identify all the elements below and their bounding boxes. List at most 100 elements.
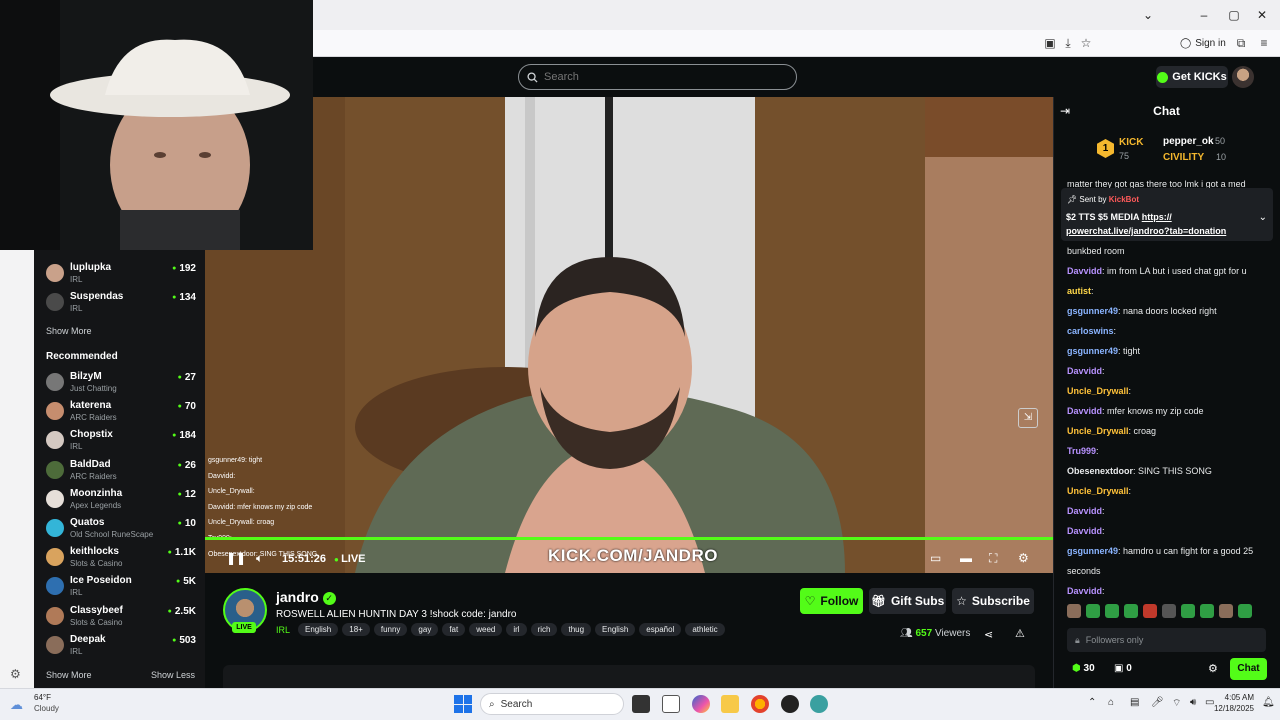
tray-network-icon[interactable]: ⌂ — [1108, 697, 1114, 708]
start-windows-icon[interactable] — [454, 695, 472, 713]
sidebar-channel[interactable]: ClassybeefSlots & Casino 2.5K — [44, 605, 196, 632]
weather-temp[interactable]: 64°F — [34, 693, 51, 702]
chat-username[interactable]: Davvidd — [1067, 406, 1102, 416]
leaderboard-third-name[interactable]: CIVILITY — [1163, 152, 1204, 163]
menu-icon[interactable]: ≡ — [1256, 35, 1272, 51]
pinned-link-line2[interactable]: powerchat.live/jandroo?tab=donation — [1066, 226, 1226, 236]
pause-icon[interactable]: ❚❚ — [226, 551, 246, 565]
notepad-icon[interactable] — [662, 695, 680, 713]
settings-gear-icon[interactable]: ⚙ — [1018, 551, 1029, 565]
leaderboard-first-name[interactable]: KICK — [1119, 137, 1143, 148]
volume-icon[interactable]: 🔈︎ — [256, 551, 263, 566]
tag-pill[interactable]: thug — [561, 623, 592, 636]
fullscreen-icon[interactable]: ⛶ — [989, 551, 997, 566]
report-warning-icon[interactable]: ⚠ — [1015, 627, 1025, 640]
chat-username[interactable]: gsgunner49 — [1067, 546, 1118, 556]
tag-pill[interactable]: irl — [506, 623, 527, 636]
chat-settings-icon[interactable]: ⚙ — [1208, 662, 1218, 675]
get-kicks-button[interactable]: Get KICKs — [1156, 66, 1228, 88]
tray-chevron-up-icon[interactable]: ⌃ — [1088, 697, 1096, 708]
tag-pill[interactable]: English — [595, 623, 636, 636]
show-less-button[interactable]: Show Less — [151, 670, 195, 680]
user-avatar[interactable] — [1232, 66, 1254, 88]
emote-icon[interactable] — [1086, 604, 1100, 618]
chat-username[interactable]: Davvidd — [1067, 586, 1102, 596]
chat-username[interactable]: Uncle_Drywall — [1067, 426, 1129, 436]
video-player[interactable] — [205, 97, 1053, 573]
pinned-link-line1[interactable]: https:// — [1142, 212, 1172, 222]
speaker-icon[interactable]: 🔊︎ — [1190, 697, 1196, 708]
clock-time[interactable]: 4:05 AM — [1222, 693, 1254, 702]
chat-username[interactable]: Tru999 — [1067, 446, 1096, 456]
chat-username[interactable]: carloswins — [1067, 326, 1114, 336]
emote-icon[interactable] — [1162, 604, 1176, 618]
copilot-icon[interactable] — [692, 695, 710, 713]
settings-gear-icon[interactable]: ⚙ — [10, 667, 21, 681]
chat-send-button[interactable]: Chat — [1230, 658, 1267, 680]
sidebar-channel[interactable]: katerenaARC Raiders 70 — [44, 400, 196, 427]
bookmark-star-icon[interactable]: ☆ — [1078, 35, 1094, 51]
tag-pill[interactable]: 18+ — [342, 623, 370, 636]
tag-pill[interactable]: English — [298, 623, 339, 636]
chat-username[interactable]: Uncle_Drywall — [1067, 386, 1129, 396]
theater-mode-icon[interactable]: ▬ — [960, 551, 972, 565]
weather-condition[interactable]: Cloudy — [34, 704, 59, 713]
sidebar-channel-suspendas[interactable]: Suspendas IRL 134 — [44, 291, 196, 318]
popout-player-icon[interactable]: ⇲ — [1018, 408, 1038, 428]
streamer-name[interactable]: jandro ✓ — [276, 589, 336, 605]
sign-in-button[interactable]: ◯ Sign in — [1180, 34, 1226, 52]
chat-username[interactable]: autist — [1067, 286, 1091, 296]
sidebar-channel-luplupka[interactable]: luplupka IRL 192 — [44, 262, 196, 289]
follow-button[interactable]: ♡ Follow — [800, 588, 863, 614]
tag-pill[interactable]: athletic — [685, 623, 725, 636]
wifi-icon[interactable]: ⌔ — [1172, 697, 1181, 710]
app-icon[interactable] — [781, 695, 799, 713]
kicks-balance[interactable]: ⬢ 30 — [1072, 663, 1095, 674]
tab-list-chevron-icon[interactable]: ⌄ — [1138, 6, 1158, 24]
sidebar-channel[interactable]: BilzyM Just Chatting 27 — [44, 371, 196, 398]
taskbar-search[interactable]: ⌕ Search — [480, 693, 624, 715]
chat-username[interactable]: Uncle_Drywall — [1067, 486, 1129, 496]
tag-pill[interactable]: español — [639, 623, 682, 636]
share-icon[interactable]: ⋖ — [984, 628, 993, 641]
task-view-icon[interactable] — [632, 695, 650, 713]
download-icon[interactable]: ⤓ — [1060, 35, 1076, 51]
emote-icon[interactable] — [1124, 604, 1138, 618]
tag-pill[interactable]: weed — [469, 623, 503, 636]
leaderboard-second-name[interactable]: pepper_ok — [1163, 136, 1214, 147]
chat-username[interactable]: Obesenextdoor — [1067, 466, 1133, 476]
chat-username[interactable]: Davvidd — [1067, 366, 1102, 376]
chat-username[interactable]: Davvidd — [1067, 506, 1102, 516]
firefox-icon[interactable] — [751, 695, 769, 713]
sidebar-channel[interactable]: ChopstixIRL 184 — [44, 429, 196, 456]
chat-input[interactable]: 🔒︎ Followers only — [1067, 628, 1266, 652]
sidebar-channel[interactable]: Quatos Old School RuneScape 10 — [44, 517, 196, 544]
progress-bar[interactable] — [205, 537, 1053, 540]
gifts-counter[interactable]: ▣ 0 — [1114, 663, 1132, 674]
extensions-icon[interactable]: ⧉ — [1233, 35, 1249, 51]
category-link[interactable]: IRL — [276, 625, 290, 635]
subscribe-button[interactable]: ☆ Subscribe — [952, 588, 1034, 614]
emote-icon[interactable] — [1238, 604, 1252, 618]
search-input[interactable] — [544, 71, 774, 83]
emote-icon[interactable] — [1105, 604, 1119, 618]
gift-subs-button[interactable]: 🎁︎ Gift Subs — [869, 588, 946, 614]
maximize-icon[interactable]: ▢ — [1224, 6, 1244, 24]
chat-username[interactable]: gsgunner49 — [1067, 346, 1118, 356]
show-more-following-button[interactable]: Show More — [46, 326, 92, 336]
emote-icon[interactable] — [1219, 604, 1233, 618]
search-bar[interactable] — [518, 64, 797, 90]
show-more-recommended-button[interactable]: Show More — [46, 670, 92, 680]
emote-icon[interactable] — [1181, 604, 1195, 618]
sidebar-channel[interactable]: DeepakIRL 503 — [44, 634, 196, 661]
emote-icon[interactable] — [1143, 604, 1157, 618]
chat-username[interactable]: gsgunner49 — [1067, 306, 1118, 316]
clip-icon[interactable]: ▭ — [930, 551, 941, 565]
picture-in-picture-icon[interactable]: ▣ — [1042, 35, 1058, 51]
tag-pill[interactable]: fat — [442, 623, 466, 636]
tag-pill[interactable]: funny — [373, 623, 408, 636]
chat-username[interactable]: Davvidd — [1067, 266, 1102, 276]
minimize-icon[interactable]: – — [1194, 6, 1214, 24]
sidebar-channel[interactable]: Ice PoseidonIRL 5K — [44, 575, 196, 602]
tag-pill[interactable]: rich — [530, 623, 558, 636]
